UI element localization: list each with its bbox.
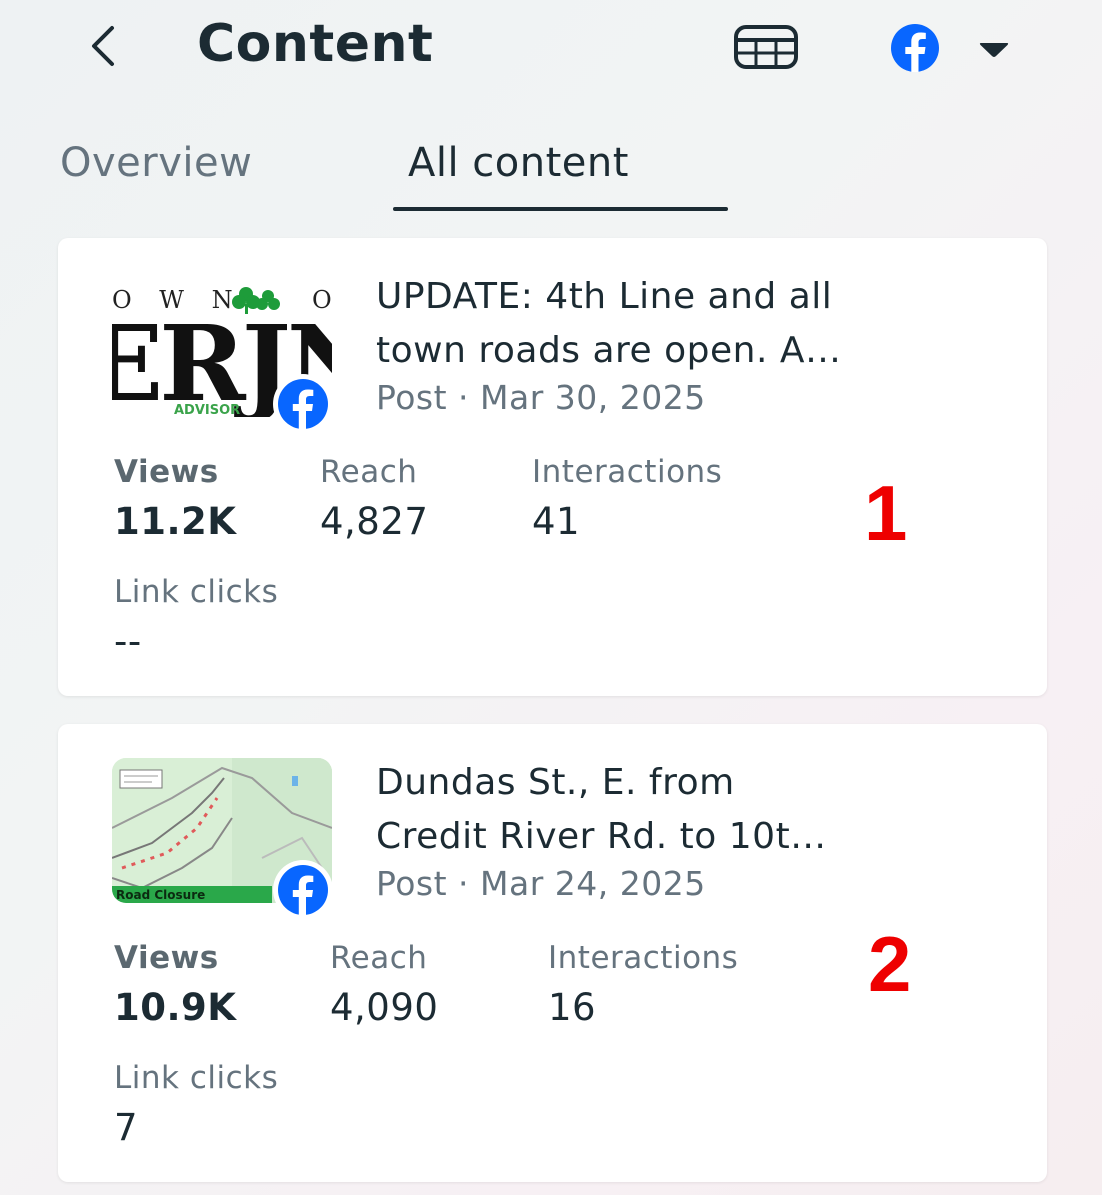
metric-value: 41	[532, 500, 581, 543]
metric-label: Views	[114, 454, 219, 490]
chevron-left-icon	[92, 26, 114, 66]
metric-value: 16	[548, 986, 597, 1029]
metric-link-clicks: Link clicks 7	[114, 1060, 278, 1149]
metric-link-clicks: Link clicks --	[114, 574, 278, 663]
metric-label: Link clicks	[114, 1060, 279, 1096]
active-tab-indicator	[393, 207, 728, 211]
metric-value: 7	[114, 1106, 139, 1149]
metric-label: Interactions	[548, 940, 739, 976]
metric-label: Link clicks	[114, 574, 279, 610]
metric-label: Reach	[320, 454, 418, 490]
metric-interactions: Interactions 41	[532, 454, 722, 543]
export-table-button[interactable]	[733, 24, 799, 70]
table-icon	[734, 25, 798, 69]
metric-value: 4,090	[330, 986, 439, 1029]
post-title-line: Credit River Rd. to 10t…	[376, 816, 827, 857]
logo-text-advisor: ADVISOR	[174, 403, 240, 417]
post-meta: Post · Mar 24, 2025	[376, 864, 706, 903]
metric-label: Views	[114, 940, 219, 976]
road-closure-label: Road Closure	[116, 888, 205, 902]
metric-interactions: Interactions 16	[548, 940, 738, 1029]
content-card[interactable]: O W N O ERJN ADVISOR UPDATE: 4th Line an…	[58, 238, 1047, 696]
content-tabs: Overview All content	[0, 120, 1102, 220]
metric-value: 11.2K	[114, 500, 237, 543]
post-meta: Post · Mar 30, 2025	[376, 378, 706, 417]
metric-views: Views 11.2K	[114, 454, 236, 543]
facebook-icon	[891, 24, 939, 72]
metric-label: Interactions	[532, 454, 723, 490]
post-title[interactable]: Dundas St., E. from Credit River Rd. to …	[376, 756, 1016, 864]
metric-reach: Reach 4,827	[320, 454, 428, 543]
annotation-number: 2	[868, 920, 912, 1008]
tab-all-content[interactable]: All content	[408, 140, 629, 186]
metric-value: 4,827	[320, 500, 429, 543]
metric-reach: Reach 4,090	[330, 940, 438, 1029]
facebook-badge-icon	[273, 860, 333, 920]
post-title-line: UPDATE: 4th Line and all	[376, 276, 833, 317]
annotation-number: 1	[864, 469, 908, 557]
post-title-line: Dundas St., E. from	[376, 762, 735, 803]
post-title-line: town roads are open. A…	[376, 330, 842, 371]
page-title: Content	[197, 14, 434, 74]
metric-views: Views 10.9K	[114, 940, 236, 1029]
back-button[interactable]	[82, 22, 130, 70]
metric-value: 10.9K	[114, 986, 237, 1029]
app-header: Content	[0, 0, 1102, 110]
facebook-badge-icon	[273, 374, 333, 434]
metric-label: Reach	[330, 940, 428, 976]
post-title[interactable]: UPDATE: 4th Line and all town roads are …	[376, 270, 1016, 378]
content-card[interactable]: Road Closure Dundas St., E. from Credit …	[58, 724, 1047, 1182]
caret-down-icon	[979, 43, 1009, 57]
account-switcher[interactable]	[880, 23, 1020, 73]
metric-value: --	[114, 620, 142, 663]
tab-overview[interactable]: Overview	[60, 140, 252, 186]
